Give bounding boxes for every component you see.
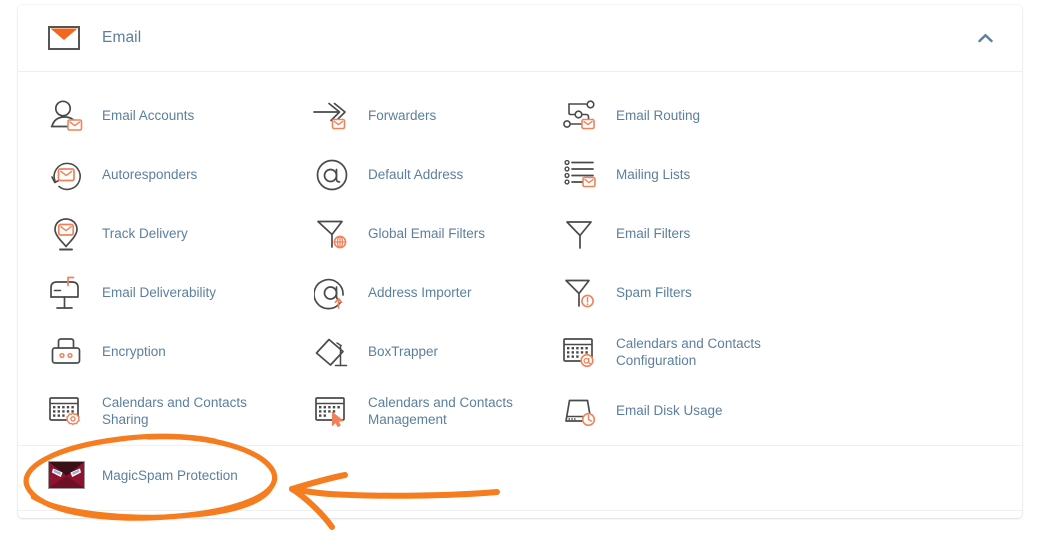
email-card-header[interactable]: Email <box>18 5 1022 72</box>
chevron-up-icon[interactable] <box>974 27 996 49</box>
calendar-cursor-icon <box>312 391 352 431</box>
box-trap-icon <box>312 332 352 372</box>
item-label: Forwarders <box>368 108 437 123</box>
item-email-filters[interactable]: Email Filters <box>560 204 1045 263</box>
item-label: Encryption <box>102 344 166 359</box>
item-label: Default Address <box>368 167 464 182</box>
envelope-icon <box>47 21 81 55</box>
item-email-accounts[interactable]: Email Accounts <box>46 86 312 145</box>
padlock-icon <box>46 332 86 372</box>
item-label: Calendars and Contacts Management <box>368 394 513 427</box>
item-mailing-lists[interactable]: Mailing Lists <box>560 145 1045 204</box>
item-boxtrapper[interactable]: BoxTrapper <box>312 322 560 381</box>
item-email-deliverability[interactable]: Email Deliverability <box>46 263 312 322</box>
item-label: Address Importer <box>368 285 472 300</box>
list-envelope-icon <box>560 155 600 195</box>
item-email-routing[interactable]: Email Routing <box>560 86 1045 145</box>
item-track-delivery[interactable]: Track Delivery <box>46 204 312 263</box>
item-label: Email Deliverability <box>102 285 217 300</box>
item-label: Calendars and Contacts Sharing <box>102 394 247 427</box>
item-autoresponders[interactable]: Autoresponders <box>46 145 312 204</box>
item-label: BoxTrapper <box>368 344 439 359</box>
item-label: Email Accounts <box>102 108 195 123</box>
calendar-gear-icon <box>46 391 86 431</box>
disk-clock-icon <box>560 391 600 431</box>
card-bottom-divider <box>18 510 1022 511</box>
routing-nodes-envelope-icon <box>560 96 600 136</box>
item-label: Email Disk Usage <box>616 403 723 418</box>
user-with-envelope-icon <box>46 96 86 136</box>
email-items-grid: Email Accounts Forwarders Email Routing … <box>18 86 1022 440</box>
item-calendars-contacts-configuration[interactable]: Calendars and Contacts Configuration <box>560 322 1045 381</box>
item-address-importer[interactable]: Address Importer <box>312 263 560 322</box>
page-title: Email <box>102 29 142 46</box>
item-label: MagicSpam Protection <box>102 467 238 483</box>
item-label: Email Routing <box>616 108 701 123</box>
at-sign-upload-icon <box>312 273 352 313</box>
item-default-address[interactable]: Default Address <box>312 145 560 204</box>
arrow-forward-envelope-icon <box>312 96 352 136</box>
item-calendars-contacts-sharing[interactable]: Calendars and Contacts Sharing <box>46 381 312 440</box>
circular-arrow-envelope-icon <box>46 155 86 195</box>
at-sign-circle-icon <box>312 155 352 195</box>
calendar-at-icon <box>560 332 600 372</box>
email-card: Email Email Accounts Forwarders Email Ro… <box>18 5 1022 518</box>
item-email-disk-usage[interactable]: Email Disk Usage <box>560 381 1045 440</box>
item-label: Calendars and Contacts Configuration <box>616 335 761 368</box>
item-label: Mailing Lists <box>616 167 691 182</box>
item-label: Email Filters <box>616 226 691 241</box>
item-encryption[interactable]: Encryption <box>46 322 312 381</box>
cpanel-email-section: Email Email Accounts Forwarders Email Ro… <box>0 0 1045 545</box>
funnel-icon <box>560 214 600 254</box>
item-label: Global Email Filters <box>368 226 486 241</box>
magicspam-angry-envelope-icon <box>46 455 86 495</box>
item-magicspam-protection[interactable]: MagicSpam Protection <box>18 446 1022 504</box>
item-spam-filters[interactable]: Spam Filters <box>560 263 1045 322</box>
mailbox-icon <box>46 273 86 313</box>
funnel-globe-icon <box>312 214 352 254</box>
item-calendars-contacts-management[interactable]: Calendars and Contacts Management <box>312 381 560 440</box>
item-forwarders[interactable]: Forwarders <box>312 86 560 145</box>
item-label: Autoresponders <box>102 167 198 182</box>
item-label: Track Delivery <box>102 226 188 241</box>
item-global-email-filters[interactable]: Global Email Filters <box>312 204 560 263</box>
funnel-alert-icon <box>560 273 600 313</box>
item-label: Spam Filters <box>616 285 692 300</box>
map-pin-envelope-icon <box>46 214 86 254</box>
email-card-body: Email Accounts Forwarders Email Routing … <box>18 72 1022 504</box>
